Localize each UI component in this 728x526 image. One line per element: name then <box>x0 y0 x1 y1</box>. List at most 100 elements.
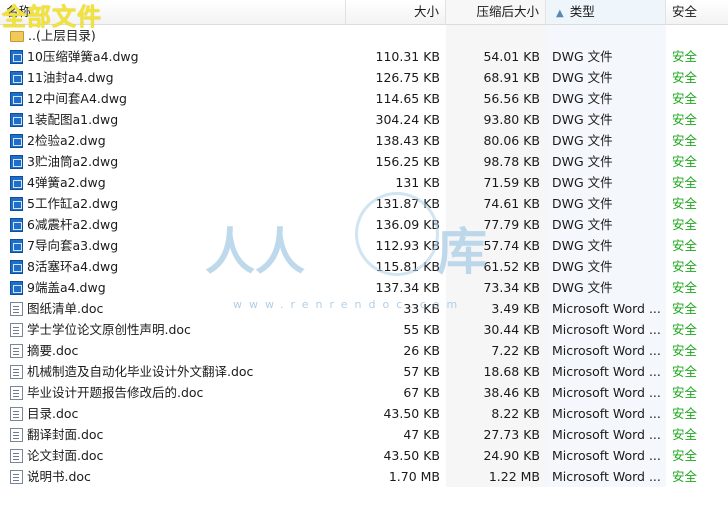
file-name: 机械制造及自动化毕业设计外文翻译.doc <box>27 364 254 379</box>
word-doc-icon <box>10 427 23 442</box>
file-type: DWG 文件 <box>546 88 666 109</box>
file-row[interactable]: 毕业设计开题报告修改后的.doc 67 KB 38.46 KB Microsoft W… <box>0 382 728 403</box>
file-safety-status: 安全 <box>672 70 698 85</box>
file-row[interactable]: 学士学位论文原创性声明.doc 55 KB 30.44 KB Microsoft Wo… <box>0 319 728 340</box>
file-size: 131.87 KB <box>375 196 440 211</box>
file-row[interactable]: 2检验a2.dwg 138.43 KB 80.06 KB DWG 文件 安全 <box>0 130 728 151</box>
file-type: Microsoft Word ... <box>546 466 666 487</box>
file-row[interactable]: 说明书.doc 1.70 MB 1.22 MB Microsoft Word ... 安… <box>0 466 728 487</box>
file-size: 43.50 KB <box>383 406 440 421</box>
file-row[interactable]: 5工作缸a2.dwg 131.87 KB 74.61 KB DWG 文件 安全 <box>0 193 728 214</box>
file-type: DWG 文件 <box>546 256 666 277</box>
dwg-file-icon <box>10 154 23 169</box>
file-type: Microsoft Word ... <box>546 361 666 382</box>
file-row[interactable]: 摘要.doc 26 KB 7.22 KB Microsoft Word ... 安全 <box>0 340 728 361</box>
column-header-size[interactable]: 大小 <box>346 0 446 24</box>
file-safety-status: 安全 <box>672 406 698 421</box>
file-type: Microsoft Word ... <box>546 445 666 466</box>
file-name: 1装配图a1.dwg <box>27 112 119 127</box>
file-compressed-size: 61.52 KB <box>446 256 546 277</box>
file-size: 115.81 KB <box>375 259 440 274</box>
column-header-safety[interactable]: 安全 <box>666 0 728 24</box>
word-doc-icon <box>10 343 23 358</box>
file-safety-status: 安全 <box>672 175 698 190</box>
file-row[interactable]: 1装配图a1.dwg 304.24 KB 93.80 KB DWG 文件 安全 <box>0 109 728 130</box>
file-size: 156.25 KB <box>375 154 440 169</box>
word-doc-icon <box>10 406 23 421</box>
file-compressed-size: 54.01 KB <box>446 46 546 67</box>
file-type: Microsoft Word ... <box>546 382 666 403</box>
file-safety-status: 安全 <box>672 49 698 64</box>
column-header-name[interactable]: 名称 <box>0 0 346 24</box>
file-safety-status: 安全 <box>672 217 698 232</box>
file-row[interactable]: 8活塞环a4.dwg 115.81 KB 61.52 KB DWG 文件 安全 <box>0 256 728 277</box>
dwg-file-icon <box>10 196 23 211</box>
file-size: 304.24 KB <box>375 112 440 127</box>
file-size: 137.34 KB <box>375 280 440 295</box>
file-row[interactable]: 图纸清单.doc 33 KB 3.49 KB Microsoft Word ... 安全 <box>0 298 728 319</box>
file-name: 图纸清单.doc <box>27 301 104 316</box>
file-compressed-size: 57.74 KB <box>446 235 546 256</box>
file-safety-status: 安全 <box>672 259 698 274</box>
file-type: DWG 文件 <box>546 130 666 151</box>
file-safety-status: 安全 <box>672 112 698 127</box>
column-header-type[interactable]: ▲ 类型 <box>546 0 666 24</box>
file-name: 毕业设计开题报告修改后的.doc <box>27 385 204 400</box>
column-header: 名称 大小 压缩后大小 ▲ 类型 安全 <box>0 0 728 25</box>
file-row[interactable]: 机械制造及自动化毕业设计外文翻译.doc 57 KB 18.68 KB Microso… <box>0 361 728 382</box>
file-name: 2检验a2.dwg <box>27 133 106 148</box>
file-compressed-size: 38.46 KB <box>446 382 546 403</box>
word-doc-icon <box>10 364 23 379</box>
file-type: DWG 文件 <box>546 67 666 88</box>
file-safety-status: 安全 <box>672 91 698 106</box>
file-safety-status: 安全 <box>672 448 698 463</box>
sort-ascending-icon: ▲ <box>556 8 564 19</box>
file-row[interactable]: 11油封a4.dwg 126.75 KB 68.91 KB DWG 文件 安全 <box>0 67 728 88</box>
file-size: 1.70 MB <box>388 469 440 484</box>
column-header-compressed[interactable]: 压缩后大小 <box>446 0 546 24</box>
file-compressed-size: 27.73 KB <box>446 424 546 445</box>
file-size: 114.65 KB <box>375 91 440 106</box>
dwg-file-icon <box>10 280 23 295</box>
file-type: Microsoft Word ... <box>546 424 666 445</box>
column-size-label: 大小 <box>413 4 439 19</box>
dwg-file-icon <box>10 112 23 127</box>
word-doc-icon <box>10 301 23 316</box>
file-size: 47 KB <box>403 427 440 442</box>
file-row[interactable]: 7导向套a3.dwg 112.93 KB 57.74 KB DWG 文件 安全 <box>0 235 728 256</box>
file-name: 学士学位论文原创性声明.doc <box>27 322 191 337</box>
file-safety-status: 安全 <box>672 364 698 379</box>
file-row[interactable]: 12中间套A4.dwg 114.65 KB 56.56 KB DWG 文件 安全 <box>0 88 728 109</box>
file-name: 8活塞环a4.dwg <box>27 259 119 274</box>
file-size: 112.93 KB <box>375 238 440 253</box>
file-name: 说明书.doc <box>27 469 91 484</box>
file-type: DWG 文件 <box>546 151 666 172</box>
file-safety-status: 安全 <box>672 301 698 316</box>
file-compressed-size: 30.44 KB <box>446 319 546 340</box>
file-row[interactable]: 6减震杆a2.dwg 136.09 KB 77.79 KB DWG 文件 安全 <box>0 214 728 235</box>
file-safety-status: 安全 <box>672 427 698 442</box>
file-row[interactable]: 10压缩弹簧a4.dwg 110.31 KB 54.01 KB DWG 文件 安全 <box>0 46 728 67</box>
file-compressed-size: 68.91 KB <box>446 67 546 88</box>
parent-directory-label: ..(上层目录) <box>28 28 96 43</box>
file-compressed-size: 7.22 KB <box>446 340 546 361</box>
file-row[interactable]: 论文封面.doc 43.50 KB 24.90 KB Microsoft Word .… <box>0 445 728 466</box>
file-safety-status: 安全 <box>672 154 698 169</box>
word-doc-icon <box>10 322 23 337</box>
file-safety-status: 安全 <box>672 238 698 253</box>
folder-icon <box>10 31 24 42</box>
file-row[interactable]: 翻译封面.doc 47 KB 27.73 KB Microsoft Word ... 安… <box>0 424 728 445</box>
file-row[interactable]: 3贮油筒a2.dwg 156.25 KB 98.78 KB DWG 文件 安全 <box>0 151 728 172</box>
file-list: ..(上层目录) 10压缩弹簧a4.dwg 110.31 KB 54.01 KB DW… <box>0 25 728 487</box>
file-type: DWG 文件 <box>546 235 666 256</box>
file-compressed-size: 80.06 KB <box>446 130 546 151</box>
file-type: DWG 文件 <box>546 46 666 67</box>
file-compressed-size: 1.22 MB <box>446 466 546 487</box>
file-row[interactable]: 9端盖a4.dwg 137.34 KB 73.34 KB DWG 文件 安全 <box>0 277 728 298</box>
parent-directory-row[interactable]: ..(上层目录) <box>0 25 728 46</box>
dwg-file-icon <box>10 70 23 85</box>
file-name: 11油封a4.dwg <box>27 70 114 85</box>
file-row[interactable]: 目录.doc 43.50 KB 8.22 KB Microsoft Word ... 安… <box>0 403 728 424</box>
file-row[interactable]: 4弹簧a2.dwg 131 KB 71.59 KB DWG 文件 安全 <box>0 172 728 193</box>
dwg-file-icon <box>10 259 23 274</box>
